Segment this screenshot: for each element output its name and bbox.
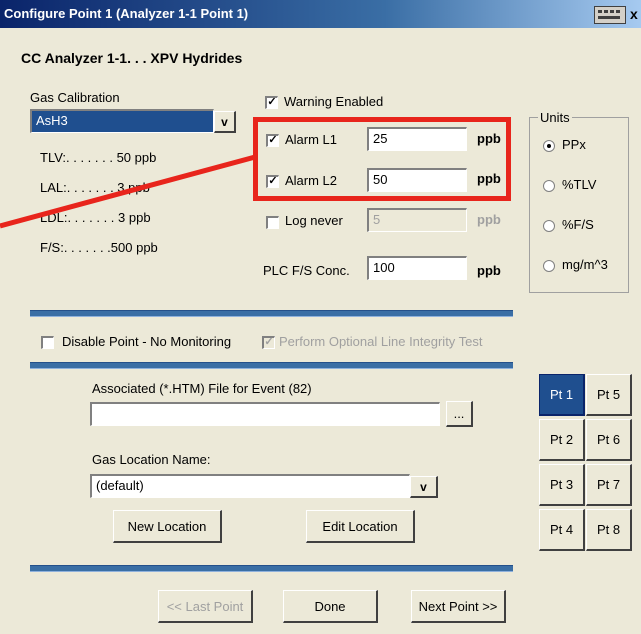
chevron-down-icon: v <box>221 114 228 129</box>
log-never-input: 5 <box>367 208 467 232</box>
gas-location-select[interactable]: (default) <box>90 474 410 498</box>
new-location-button[interactable]: New Location <box>113 510 222 543</box>
plc-fs-input[interactable]: 100 <box>367 256 467 280</box>
new-location-label: New Location <box>127 518 207 534</box>
units-radio-tlv[interactable] <box>543 180 555 192</box>
configure-point-window: Configure Point 1 (Analyzer 1-1 Point 1)… <box>0 0 641 634</box>
ldl-readout: LDL:. . . . . . . 3 ppb <box>40 210 151 225</box>
separator-middle <box>30 362 513 369</box>
disable-point-label: Disable Point - No Monitoring <box>62 334 232 349</box>
point-button-pt1[interactable]: Pt 1 <box>539 374 585 416</box>
warning-enabled-label: Warning Enabled <box>284 94 384 109</box>
gas-calibration-select[interactable]: AsH3 <box>30 109 214 133</box>
edit-location-label: Edit Location <box>322 518 398 534</box>
last-point-label: << Last Point <box>166 598 244 614</box>
point-button-label: Pt 7 <box>596 477 621 492</box>
point-button-label: Pt 8 <box>596 522 621 537</box>
units-option-ppx: PPx <box>562 137 586 152</box>
gas-calibration-label: Gas Calibration <box>30 90 120 105</box>
log-never-checkbox[interactable] <box>266 216 279 229</box>
gas-location-value: (default) <box>96 478 144 493</box>
point-button-label: Pt 6 <box>596 432 621 447</box>
units-radio-ppx[interactable] <box>543 140 555 152</box>
point-button-pt6[interactable]: Pt 6 <box>586 419 632 461</box>
warning-enabled-checkbox[interactable]: ✓ <box>265 96 278 109</box>
separator-top <box>30 310 513 317</box>
line-integrity-label: Perform Optional Line Integrity Test <box>279 334 483 349</box>
point-button-pt8[interactable]: Pt 8 <box>586 509 632 551</box>
point-button-label: Pt 5 <box>596 387 621 402</box>
gas-calibration-value: AsH3 <box>36 113 68 128</box>
units-radio-mgm3[interactable] <box>543 260 555 272</box>
event-file-input[interactable] <box>90 402 440 426</box>
gas-location-dropdown-arrow[interactable]: v <box>410 476 438 498</box>
done-label: Done <box>314 598 346 614</box>
close-icon[interactable]: x <box>630 6 638 22</box>
tlv-readout: TLV:. . . . . . . 50 ppb <box>40 150 157 165</box>
done-button[interactable]: Done <box>283 590 378 623</box>
units-option-tlv: %TLV <box>562 177 597 192</box>
window-title: Configure Point 1 (Analyzer 1-1 Point 1) <box>4 6 249 21</box>
plc-fs-unit: ppb <box>477 263 501 278</box>
log-never-value: 5 <box>373 212 381 227</box>
browse-button-label: ... <box>453 406 465 421</box>
fs-readout: F/S:. . . . . . .500 ppb <box>40 240 158 255</box>
analyzer-label: CC Analyzer 1-1. . . XPV Hydrides <box>21 50 243 66</box>
point-button-label: Pt 2 <box>549 432 574 447</box>
next-point-label: Next Point >> <box>418 598 498 614</box>
point-button-label: Pt 3 <box>549 477 574 492</box>
keyboard-icon[interactable] <box>594 6 626 24</box>
log-never-label: Log never <box>285 213 343 228</box>
point-button-pt3[interactable]: Pt 3 <box>539 464 585 506</box>
gas-location-label: Gas Location Name: <box>92 452 211 467</box>
edit-location-button[interactable]: Edit Location <box>306 510 415 543</box>
point-button-pt7[interactable]: Pt 7 <box>586 464 632 506</box>
plc-fs-value: 100 <box>373 260 395 275</box>
next-point-button[interactable]: Next Point >> <box>411 590 506 623</box>
units-radio-fs[interactable] <box>543 220 555 232</box>
point-button-pt2[interactable]: Pt 2 <box>539 419 585 461</box>
point-button-label: Pt 1 <box>549 387 574 402</box>
units-option-fs: %F/S <box>562 217 594 232</box>
highlight-box <box>253 117 511 201</box>
last-point-button: << Last Point <box>158 590 253 623</box>
units-option-mgm3: mg/m^3 <box>562 257 608 272</box>
units-label: Units <box>538 110 572 125</box>
point-button-label: Pt 4 <box>549 522 574 537</box>
gas-calibration-dropdown-arrow[interactable]: v <box>214 111 236 133</box>
separator-bottom <box>30 565 513 572</box>
line-integrity-checkbox: ✓ <box>262 336 275 349</box>
disable-point-checkbox[interactable] <box>41 336 54 349</box>
log-never-unit: ppb <box>477 212 501 227</box>
chevron-down-icon: v <box>420 479 427 494</box>
browse-button[interactable]: ... <box>446 401 473 427</box>
point-button-pt4[interactable]: Pt 4 <box>539 509 585 551</box>
point-button-pt5[interactable]: Pt 5 <box>586 374 632 416</box>
title-bar: Configure Point 1 (Analyzer 1-1 Point 1)… <box>0 0 641 28</box>
event-file-label: Associated (*.HTM) File for Event (82) <box>92 381 312 396</box>
plc-fs-label: PLC F/S Conc. <box>263 263 350 278</box>
lal-readout: LAL:. . . . . . . 3 ppb <box>40 180 150 195</box>
